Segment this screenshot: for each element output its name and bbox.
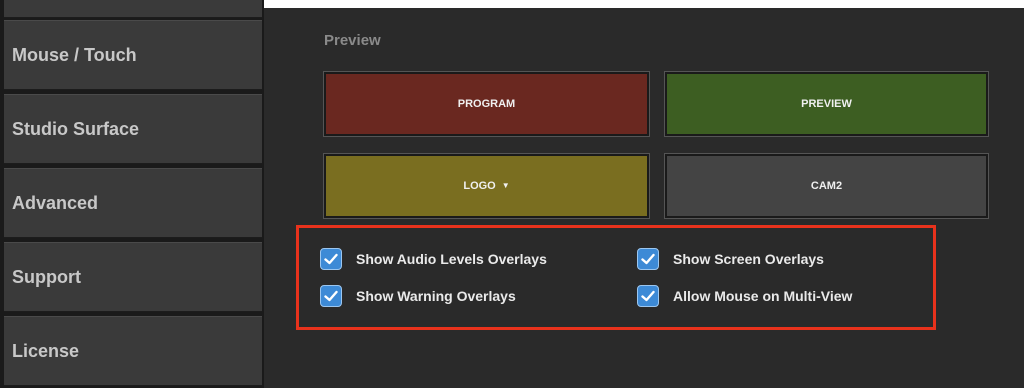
sidebar-item-advanced[interactable]: Advanced	[4, 168, 262, 238]
checkbox-checked-icon[interactable]	[320, 285, 342, 307]
sidebar-item-partial[interactable]	[4, 0, 262, 18]
option-show-warning-overlays[interactable]: Show Warning Overlays	[320, 285, 516, 307]
highlight-box	[296, 225, 936, 330]
sidebar-item-license[interactable]: License	[4, 316, 262, 386]
option-label: Show Warning Overlays	[356, 288, 516, 304]
section-title: Preview	[324, 32, 381, 49]
sidebar-item-support[interactable]: Support	[4, 242, 262, 312]
preview-tile-label: PREVIEW	[801, 98, 852, 110]
option-show-screen-overlays[interactable]: Show Screen Overlays	[637, 248, 824, 270]
app-window: Mouse / Touch Studio Surface Advanced Su…	[0, 0, 1024, 388]
option-label: Show Audio Levels Overlays	[356, 251, 547, 267]
option-show-audio-levels-overlays[interactable]: Show Audio Levels Overlays	[320, 248, 547, 270]
cam2-tile-label: CAM2	[810, 180, 843, 192]
sidebar-item-label: Advanced	[12, 192, 99, 213]
checkbox-checked-icon[interactable]	[637, 285, 659, 307]
checkbox-checked-icon[interactable]	[320, 248, 342, 270]
checkmark-icon	[641, 290, 655, 302]
sidebar-item-studio-surface[interactable]: Studio Surface	[4, 94, 262, 164]
checkmark-icon	[324, 253, 338, 265]
sidebar-item-label: License	[12, 340, 80, 361]
program-tile[interactable]: PROGRAM	[324, 72, 649, 136]
checkbox-checked-icon[interactable]	[637, 248, 659, 270]
logo-tile-label: LOGO	[463, 180, 496, 192]
sidebar-item-label: Mouse / Touch	[12, 44, 137, 65]
option-allow-mouse-on-multi-view[interactable]: Allow Mouse on Multi-View	[637, 285, 852, 307]
option-label: Allow Mouse on Multi-View	[673, 288, 853, 304]
preview-settings-panel: Preview PROGRAM PREVIEW LOGO ▼ CAM2 Show…	[264, 8, 1024, 388]
option-label: Show Screen Overlays	[673, 251, 824, 267]
chevron-down-icon[interactable]: ▼	[502, 181, 510, 190]
sidebar-item-mouse-touch[interactable]: Mouse / Touch	[4, 20, 262, 90]
checkmark-icon	[324, 290, 338, 302]
sidebar-item-label: Support	[12, 266, 81, 287]
sidebar-item-label: Studio Surface	[12, 118, 140, 139]
preview-tile[interactable]: PREVIEW	[665, 72, 988, 136]
logo-tile[interactable]: LOGO ▼	[324, 154, 649, 218]
settings-sidebar: Mouse / Touch Studio Surface Advanced Su…	[0, 0, 264, 388]
cam2-tile[interactable]: CAM2	[665, 154, 988, 218]
checkmark-icon	[641, 253, 655, 265]
program-tile-label: PROGRAM	[457, 98, 516, 110]
